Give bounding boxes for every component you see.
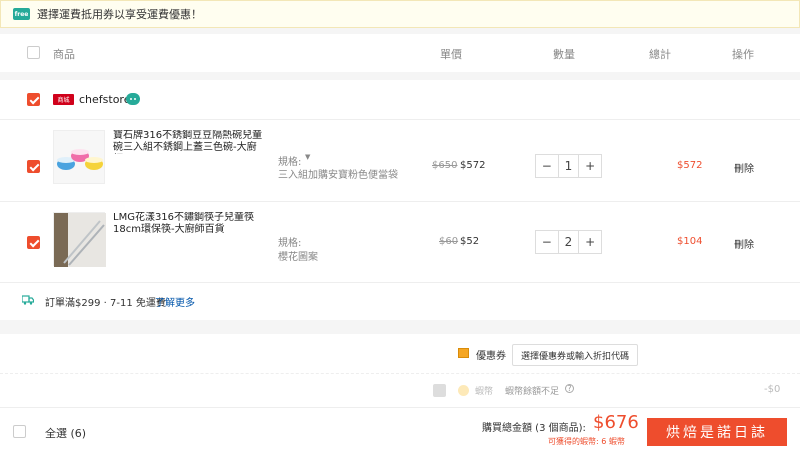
select-all-label[interactable]: 全選 (6): [45, 425, 86, 441]
product-image[interactable]: [53, 212, 106, 267]
free-shipping-banner: free 選擇運費抵用券以享受運費優惠！: [0, 0, 800, 28]
variation-value: 三入組加購安寶粉色便當袋: [278, 170, 398, 181]
summary-row: 全選 (6) 購買總金額 (3 個商品): $676 可獲得的蝦幣: 6 蝦幣 …: [0, 408, 800, 452]
mall-badge: 商城: [53, 94, 74, 105]
quantity-input[interactable]: 1: [557, 155, 580, 177]
unit-price: $572: [460, 160, 486, 171]
quantity-input[interactable]: 2: [557, 231, 580, 253]
help-icon[interactable]: ?: [565, 384, 574, 393]
shop-section: 商城 chefstores 寶石牌316不銹鋼豆豆隔熱碗兒童碗三入組不銹鋼上蓋三…: [0, 80, 800, 320]
header-quantity: 數量: [553, 48, 575, 61]
header-subtotal: 總計: [649, 48, 671, 61]
product-name[interactable]: 寶石牌316不銹鋼豆豆隔熱碗兒童碗三入組不銹鋼上蓋三色碗-大廚師...: [113, 130, 263, 154]
voucher-icon: [458, 348, 469, 358]
free-shipping-icon: free: [13, 8, 30, 20]
checkout-footer: 優惠券 選擇優惠券或輸入折扣代碼 蝦幣 蝦幣餘額不足 ? -$0 全選 (6) …: [0, 334, 800, 452]
item-checkbox[interactable]: [27, 160, 40, 173]
learn-more-link[interactable]: 了解更多: [155, 294, 195, 309]
banner-text: 選擇運費抵用券以享受運費優惠！: [37, 8, 202, 21]
item-total: $104: [677, 236, 703, 247]
header-select-all-checkbox[interactable]: [27, 46, 40, 59]
coins-earn: 可獲得的蝦幣: 6 蝦幣: [548, 437, 625, 446]
total-amount: $676: [593, 412, 639, 433]
shop-checkbox[interactable]: [27, 93, 40, 106]
select-voucher-button[interactable]: 選擇優惠券或輸入折扣代碼: [512, 344, 639, 366]
coins-checkbox[interactable]: [433, 384, 446, 397]
delete-button[interactable]: 刪除: [734, 160, 754, 175]
total-label: 購買總金額 (3 個商品):: [482, 423, 586, 434]
voucher-row: 優惠券 選擇優惠券或輸入折扣代碼: [0, 334, 800, 374]
item-checkbox[interactable]: [27, 236, 40, 249]
variation-value: 櫻花圖案: [278, 252, 318, 263]
coins-row: 蝦幣 蝦幣餘額不足 ? -$0: [0, 374, 800, 408]
delete-button[interactable]: 刪除: [734, 236, 754, 251]
coin-icon: [458, 385, 469, 396]
item-total: $572: [677, 160, 703, 171]
product-image[interactable]: [53, 130, 105, 184]
quantity-stepper: − 1 +: [535, 154, 602, 178]
coins-label: 蝦幣: [475, 387, 494, 397]
header-action: 操作: [732, 48, 754, 61]
shipping-promo-text: 訂單滿$299 · 7-11 免運費: [45, 298, 166, 309]
checkout-button[interactable]: 烘焙是諾日誌: [647, 418, 787, 446]
original-price: $60: [439, 236, 459, 247]
shipping-promo: 訂單滿$299 · 7-11 免運費 了解更多: [0, 282, 800, 318]
increase-button[interactable]: +: [579, 155, 601, 177]
header-product: 商品: [53, 48, 75, 61]
select-all-checkbox[interactable]: [13, 425, 26, 438]
unit-price: $52: [460, 236, 480, 247]
decrease-button[interactable]: −: [536, 155, 558, 177]
truck-icon: [21, 295, 35, 305]
shop-header: 商城 chefstores: [0, 80, 800, 120]
variation-label[interactable]: 規格:: [278, 234, 301, 249]
cart-item: LMG花漾316不鏽鋼筷子兒童筷18cm環保筷-大廚師百貨 規格: 櫻花圖案 $…: [0, 202, 800, 284]
cart-header: 商品 單價 數量 總計 操作: [0, 34, 800, 72]
product-name[interactable]: LMG花漾316不鏽鋼筷子兒童筷18cm環保筷-大廚師百貨: [113, 212, 263, 236]
decrease-button[interactable]: −: [536, 231, 558, 253]
chevron-down-icon[interactable]: ▼: [305, 153, 310, 161]
coins-amount: -$0: [764, 384, 781, 395]
coins-note: 蝦幣餘額不足: [505, 387, 560, 397]
original-price: $650: [432, 160, 458, 171]
header-unit-price: 單價: [440, 48, 462, 61]
cart-item: 寶石牌316不銹鋼豆豆隔熱碗兒童碗三入組不銹鋼上蓋三色碗-大廚師... 規格: …: [0, 120, 800, 202]
chat-icon[interactable]: [126, 93, 140, 105]
quantity-stepper: − 2 +: [535, 230, 602, 254]
voucher-label: 優惠券: [476, 351, 506, 362]
increase-button[interactable]: +: [579, 231, 601, 253]
